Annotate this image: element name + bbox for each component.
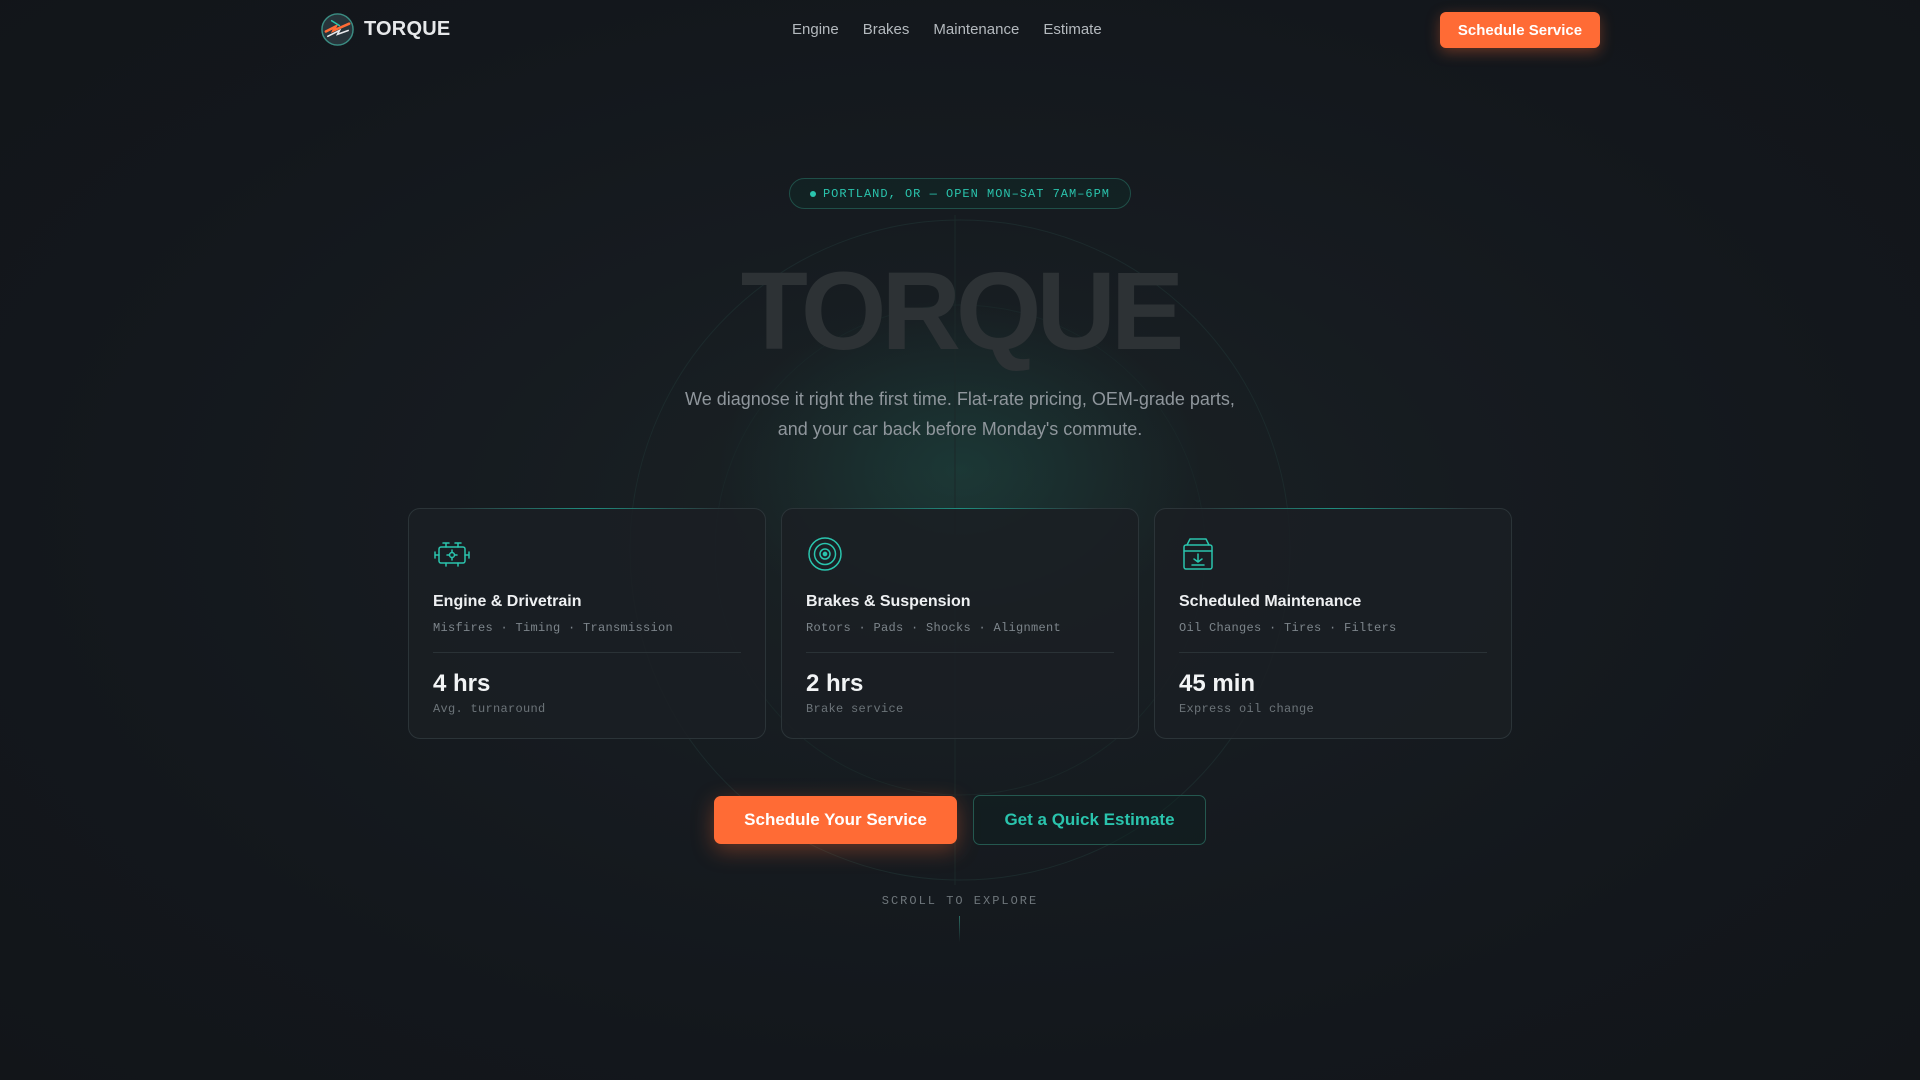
brake-disc-icon xyxy=(808,537,842,571)
scroll-indicator-line xyxy=(959,916,960,942)
card-divider xyxy=(433,652,741,653)
nav-links: Engine Brakes Maintenance Estimate xyxy=(792,21,1102,38)
card-title: Scheduled Maintenance xyxy=(1179,593,1362,610)
nav-link-engine[interactable]: Engine xyxy=(792,21,839,38)
nav-link-estimate[interactable]: Estimate xyxy=(1043,21,1101,38)
card-stat: 2 hrs xyxy=(806,670,864,697)
service-card-engine[interactable]: Engine & Drivetrain Misfires · Timing · … xyxy=(408,508,766,739)
brand-name: TORQUE xyxy=(364,18,451,40)
engine-icon xyxy=(434,542,470,567)
card-divider xyxy=(806,652,1114,653)
nav-link-maintenance[interactable]: Maintenance xyxy=(933,21,1019,38)
card-title: Brakes & Suspension xyxy=(806,593,971,610)
location-badge: PORTLAND, OR — OPEN MON–SAT 7AM–6PM xyxy=(789,178,1131,209)
location-text: PORTLAND, OR — OPEN MON–SAT 7AM–6PM xyxy=(822,186,1111,201)
hero-subtitle: We diagnose it right the first time. Fla… xyxy=(660,384,1260,444)
card-stat-label: Brake service xyxy=(806,702,904,716)
service-card-maintenance[interactable]: Scheduled Maintenance Oil Changes · Tire… xyxy=(1154,508,1512,739)
schedule-service-button[interactable]: Schedule Service xyxy=(1440,12,1600,48)
service-cards: Engine & Drivetrain Misfires · Timing · … xyxy=(408,508,1512,739)
hero-title: TORQUE xyxy=(740,250,1185,373)
card-tags: Oil Changes · Tires · Filters xyxy=(1179,621,1397,635)
status-dot-icon xyxy=(809,190,816,197)
service-card-brakes[interactable]: Brakes & Suspension Rotors · Pads · Shoc… xyxy=(781,508,1139,739)
hero-subtitle-line: and your car back before Monday's commut… xyxy=(777,419,1143,439)
card-stat-label: Express oil change xyxy=(1179,702,1315,716)
card-stat: 45 min xyxy=(1179,670,1256,697)
top-navigation: TORQUE Engine Brakes Maintenance Estimat… xyxy=(0,0,1920,60)
card-title: Engine & Drivetrain xyxy=(433,593,582,610)
schedule-your-service-button[interactable]: Schedule Your Service xyxy=(714,796,957,844)
card-tags: Misfires · Timing · Transmission xyxy=(433,621,674,635)
nav-link-brakes[interactable]: Brakes xyxy=(863,21,910,38)
quick-estimate-button[interactable]: Get a Quick Estimate xyxy=(973,795,1206,845)
hero-subtitle-line: We diagnose it right the first time. Fla… xyxy=(685,389,1235,409)
torque-logo-icon xyxy=(321,13,354,46)
scroll-hint: SCROLL TO EXPLORE xyxy=(881,894,1039,908)
card-divider xyxy=(1179,652,1487,653)
oil-can-icon xyxy=(1183,538,1213,570)
card-tags: Rotors · Pads · Shocks · Alignment xyxy=(806,621,1062,635)
card-stat: 4 hrs xyxy=(433,670,491,697)
brand[interactable]: TORQUE xyxy=(320,12,450,47)
card-stat-label: Avg. turnaround xyxy=(433,702,546,716)
